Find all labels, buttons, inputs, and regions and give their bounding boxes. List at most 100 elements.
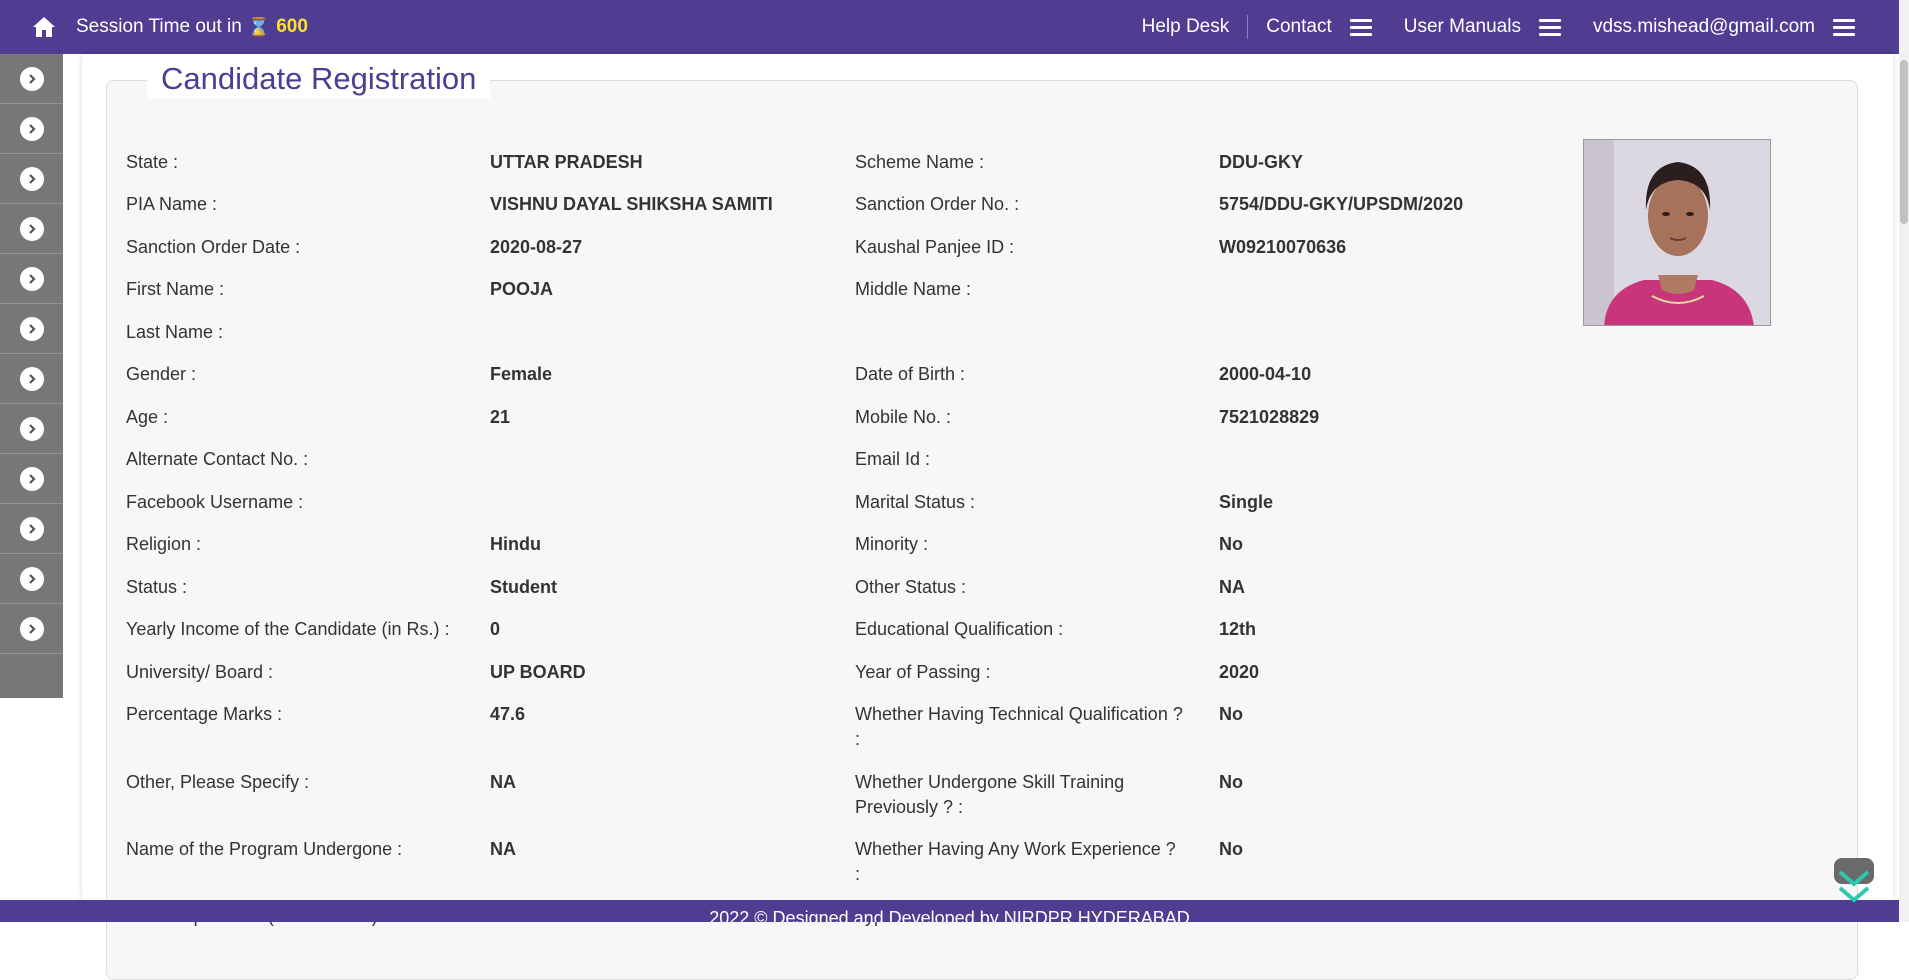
field-value: Student (490, 577, 557, 597)
field-label: University/ Board : (126, 662, 274, 682)
home-icon[interactable] (24, 7, 64, 47)
page-footer: 2022 © Designed and Developed by NIRDPR … (0, 900, 1899, 922)
chevron-right-icon (19, 566, 44, 591)
field-label: Yearly Income of the Candidate (in Rs.) … (126, 619, 450, 639)
field-value: DDU-GKY (1219, 152, 1303, 172)
session-label: Session Time out in (76, 16, 242, 37)
field-label: Marital Status : (855, 492, 976, 512)
chevron-right-icon (19, 266, 44, 291)
field-label: Year of Passing : (855, 662, 991, 682)
page-title: Candidate Registration (147, 59, 491, 99)
sidebar-item[interactable] (0, 54, 63, 104)
field-label: Scheme Name : (855, 152, 985, 172)
user-manuals-menu-icon[interactable] (1538, 18, 1561, 36)
field-label: Last Name : (126, 322, 224, 342)
sidebar-item[interactable] (0, 554, 63, 604)
candidate-photo (1583, 139, 1771, 326)
page-scrollbar[interactable] (1899, 0, 1909, 922)
sidebar-item[interactable] (0, 254, 63, 304)
user-manuals-link[interactable]: User Manuals (1386, 16, 1539, 38)
registration-panel: Candidate Registration State : UTTAR PRAD… (106, 59, 1858, 980)
field-label: Other Status : (855, 577, 967, 597)
sidebar (0, 54, 63, 698)
field-label: Gender : (126, 364, 197, 384)
field-label: Middle Name : (855, 279, 972, 299)
field-value: No (1219, 772, 1243, 792)
sidebar-item[interactable] (0, 204, 63, 254)
field-value: 12th (1219, 619, 1257, 639)
field-value: Hindu (490, 534, 541, 554)
field-value: Female (490, 364, 553, 384)
top-navbar: Session Time out in ⌛ 600 Help Desk Cont… (0, 0, 1899, 54)
chevron-right-icon (19, 116, 44, 141)
main-content: Candidate Registration State : UTTAR PRAD… (82, 54, 1893, 980)
field-value: 5754/DDU-GKY/UPSDM/2020 (1219, 194, 1464, 214)
chevron-right-icon (19, 416, 44, 441)
sidebar-item[interactable] (0, 354, 63, 404)
field-value: No (1219, 704, 1243, 724)
main-menu-icon[interactable] (1833, 18, 1855, 36)
user-email-link[interactable]: vdss.mishead@gmail.com (1575, 16, 1833, 38)
sidebar-item[interactable] (0, 104, 63, 154)
field-label: Minority : (855, 534, 929, 554)
field-value: 2020 (1219, 662, 1260, 682)
sidebar-item[interactable] (0, 454, 63, 504)
field-label: Other, Please Specify : (126, 772, 310, 792)
chevron-right-icon (19, 616, 44, 641)
sidebar-item[interactable] (0, 304, 63, 354)
field-value: W09210070636 (1219, 237, 1347, 257)
session-count: 600 (276, 16, 308, 37)
field-value: 47.6 (490, 704, 526, 724)
field-label: Educational Qualification : (855, 619, 1064, 639)
field-label: Whether Having Any Work Experience ? : (855, 839, 1176, 884)
sidebar-item[interactable] (0, 504, 63, 554)
field-value: NA (490, 839, 516, 859)
field-label: Email Id : (855, 449, 931, 469)
field-value: 2000-04-10 (1219, 364, 1312, 384)
field-value: Single (1219, 492, 1274, 512)
field-label: PIA Name : (126, 194, 218, 214)
field-label: Mobile No. : (855, 407, 952, 427)
field-value: UTTAR PRADESH (490, 152, 643, 172)
field-value: 7521028829 (1219, 407, 1320, 427)
session-timer: Session Time out in ⌛ 600 (76, 16, 308, 38)
chevron-right-icon (19, 166, 44, 191)
chevron-right-icon (19, 66, 44, 91)
field-label: First Name : (126, 279, 225, 299)
field-value: NA (490, 772, 516, 792)
field-label: Sanction Order Date : (126, 237, 301, 257)
scroll-down-button[interactable] (1832, 858, 1876, 910)
field-value: NA (1219, 577, 1245, 597)
field-value: VISHNU DAYAL SHIKSHA SAMITI (490, 194, 773, 214)
field-label: Percentage Marks : (126, 704, 283, 724)
field-value: POOJA (490, 279, 554, 299)
field-label: Alternate Contact No. : (126, 449, 309, 469)
chevron-right-icon (19, 216, 44, 241)
field-label: Kaushal Panjee ID : (855, 237, 1015, 257)
contact-menu-icon[interactable] (1349, 18, 1372, 36)
field-value: 0 (490, 619, 501, 639)
field-label: Religion : (126, 534, 202, 554)
field-value: No (1219, 839, 1243, 859)
field-label: Sanction Order No. : (855, 194, 1020, 214)
chevron-right-icon (19, 516, 44, 541)
chevron-right-icon (19, 466, 44, 491)
chevron-right-icon (19, 316, 44, 341)
field-label: State : (126, 152, 179, 172)
sidebar-item[interactable] (0, 604, 63, 654)
field-value: 2020-08-27 (490, 237, 583, 257)
field-label: Age : (126, 407, 169, 427)
field-label: Name of the Program Undergone : (126, 839, 403, 859)
chevron-right-icon (19, 366, 44, 391)
field-value: No (1219, 534, 1243, 554)
field-label: Whether Undergone Skill Training Previou… (855, 772, 1125, 817)
contact-link[interactable]: Contact (1248, 16, 1349, 38)
hourglass-icon: ⌛ (247, 16, 271, 37)
field-value: 21 (490, 407, 511, 427)
field-label: Facebook Username : (126, 492, 304, 512)
sidebar-item[interactable] (0, 404, 63, 454)
field-value: UP BOARD (490, 662, 586, 682)
scrollbar-thumb[interactable] (1900, 60, 1908, 224)
sidebar-item[interactable] (0, 154, 63, 204)
help-desk-link[interactable]: Help Desk (1124, 16, 1248, 38)
